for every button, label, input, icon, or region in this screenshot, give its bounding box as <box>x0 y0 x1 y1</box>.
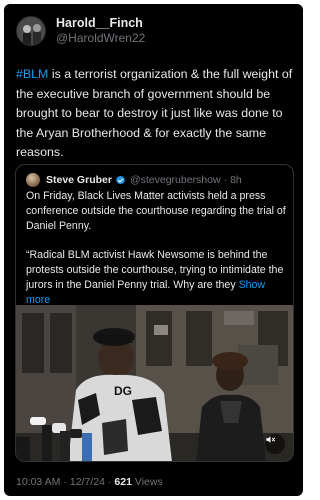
meta-separator: · <box>63 476 67 488</box>
hashtag-link[interactable]: #BLM <box>16 67 48 81</box>
quoted-paragraph-1: On Friday, Black Lives Matter activists … <box>26 190 286 232</box>
quoted-video[interactable]: DG <box>16 305 293 461</box>
author-avatar[interactable] <box>16 16 46 46</box>
post-author-row[interactable]: Harold__Finch @HaroldWren22 <box>16 16 145 46</box>
volume-button[interactable] <box>265 434 285 454</box>
post-meta: 10:03 AM · 12/7/24 · 621 Views <box>16 476 163 488</box>
meta-separator-2: · <box>107 476 112 488</box>
quoted-text: On Friday, Black Lives Matter activists … <box>26 189 288 308</box>
author-names: Harold__Finch @HaroldWren22 <box>56 16 145 46</box>
post-date[interactable]: 12/7/24 <box>70 476 105 488</box>
author-display-name[interactable]: Harold__Finch <box>56 16 145 31</box>
quoted-separator: · <box>223 174 228 186</box>
views-count[interactable]: 621 <box>114 476 132 488</box>
quoted-author-avatar <box>26 173 40 187</box>
author-handle[interactable]: @HaroldWren22 <box>56 31 145 46</box>
quoted-timestamp: 8h <box>230 174 242 186</box>
quoted-author-handle: @stevegrubershow <box>129 174 221 186</box>
post-screen: Harold__Finch @HaroldWren22 #BLM is a te… <box>4 4 303 496</box>
post-time[interactable]: 10:03 AM <box>16 476 60 488</box>
jersey-lettering: DG <box>114 384 132 398</box>
views-label: Views <box>134 476 163 488</box>
verified-badge-icon <box>115 175 126 186</box>
post-text-body: is a terrorist organization & the full w… <box>16 67 293 159</box>
quoted-paragraph-2: “Radical BLM activist Hawk Newsome is be… <box>26 248 288 308</box>
quoted-post-card[interactable]: Steve Gruber @stevegrubershow · 8h On Fr… <box>15 164 294 462</box>
post-text: #BLM is a terrorist organization & the f… <box>16 65 294 163</box>
quoted-author-row: Steve Gruber @stevegrubershow · 8h <box>26 173 242 187</box>
quoted-author-name: Steve Gruber <box>46 174 112 186</box>
